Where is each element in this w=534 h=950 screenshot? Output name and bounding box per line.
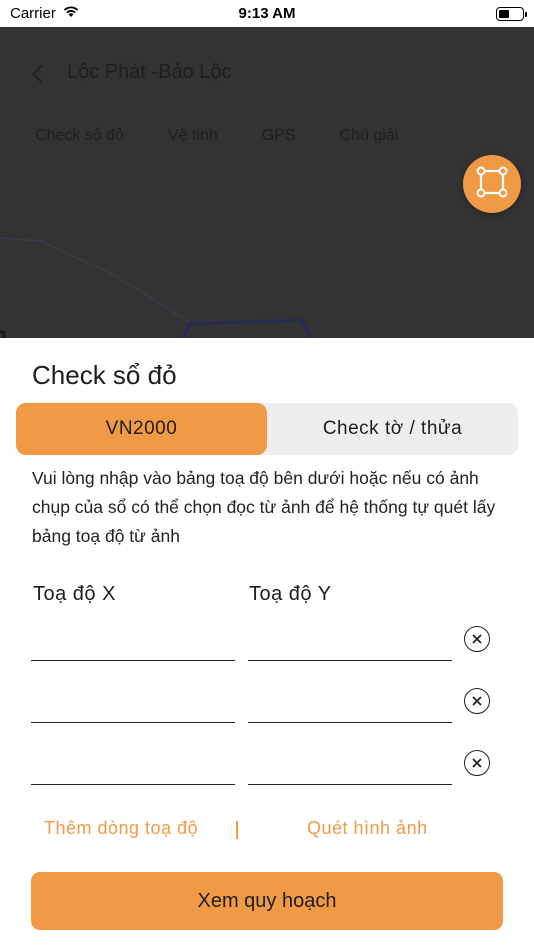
coordinate-row: [0, 745, 534, 805]
add-coordinate-row-link[interactable]: Thêm dòng toạ độ: [44, 818, 198, 839]
back-chevron-icon[interactable]: [32, 63, 52, 84]
coordinate-row: [0, 683, 534, 743]
carrier-label: Carrier: [10, 5, 56, 22]
segmented-control: VN2000 Check tờ / thửa: [16, 403, 518, 455]
coord-y-input[interactable]: [248, 621, 452, 661]
column-header-y: Toạ độ Y: [249, 583, 332, 605]
status-bar: Carrier 9:13 AM: [0, 0, 534, 27]
draw-polygon-button[interactable]: [463, 155, 521, 213]
view-planning-button[interactable]: Xem quy hoạch: [31, 872, 503, 930]
coord-x-input[interactable]: [31, 683, 235, 723]
status-time: 9:13 AM: [238, 5, 296, 22]
status-left: Carrier: [10, 5, 80, 22]
link-separator: [236, 821, 238, 839]
header: Lộc Phát -Bảo Lộc: [32, 61, 232, 84]
remove-row-icon[interactable]: [464, 750, 490, 776]
coord-x-input[interactable]: [31, 621, 235, 661]
tab-gps[interactable]: GPS: [262, 127, 296, 145]
coord-y-input[interactable]: [248, 745, 452, 785]
tab-check-so-do[interactable]: Check sổ đỏ: [35, 127, 124, 145]
segment-check-to-thua[interactable]: Check tờ / thửa: [267, 403, 518, 455]
remove-row-icon[interactable]: [464, 626, 490, 652]
coord-y-input[interactable]: [248, 683, 452, 723]
segment-vn2000[interactable]: VN2000: [16, 403, 267, 455]
map-view[interactable]: Lộc Phát -Bảo Lộc Check sổ đỏ Vệ tinh GP…: [0, 27, 534, 338]
remove-row-icon[interactable]: [464, 688, 490, 714]
coord-x-input[interactable]: [31, 745, 235, 785]
action-links: Thêm dòng toạ độ Quét hình ảnh: [0, 818, 534, 842]
polygon-select-icon: [476, 166, 508, 203]
bottom-sheet: Check sổ đỏ VN2000 Check tờ / thửa Vui l…: [0, 338, 534, 950]
sheet-title: Check sổ đỏ: [32, 360, 177, 390]
tab-chu-giai[interactable]: Chú giải: [340, 127, 399, 145]
scan-image-link[interactable]: Quét hình ảnh: [307, 818, 428, 839]
column-header-x: Toạ độ X: [33, 583, 116, 605]
instructions-text: Vui lòng nhập vào bảng toạ độ bên dưới h…: [32, 468, 496, 546]
coordinate-row: [0, 621, 534, 681]
battery-fill: [499, 9, 509, 18]
page-title: Lộc Phát -Bảo Lộc: [67, 61, 232, 83]
map-tabs: Check sổ đỏ Vệ tinh GPS Chú giải: [35, 127, 398, 145]
wifi-icon: [62, 5, 80, 22]
battery-icon: [496, 6, 527, 21]
tab-ve-tinh[interactable]: Vệ tinh: [168, 127, 218, 145]
